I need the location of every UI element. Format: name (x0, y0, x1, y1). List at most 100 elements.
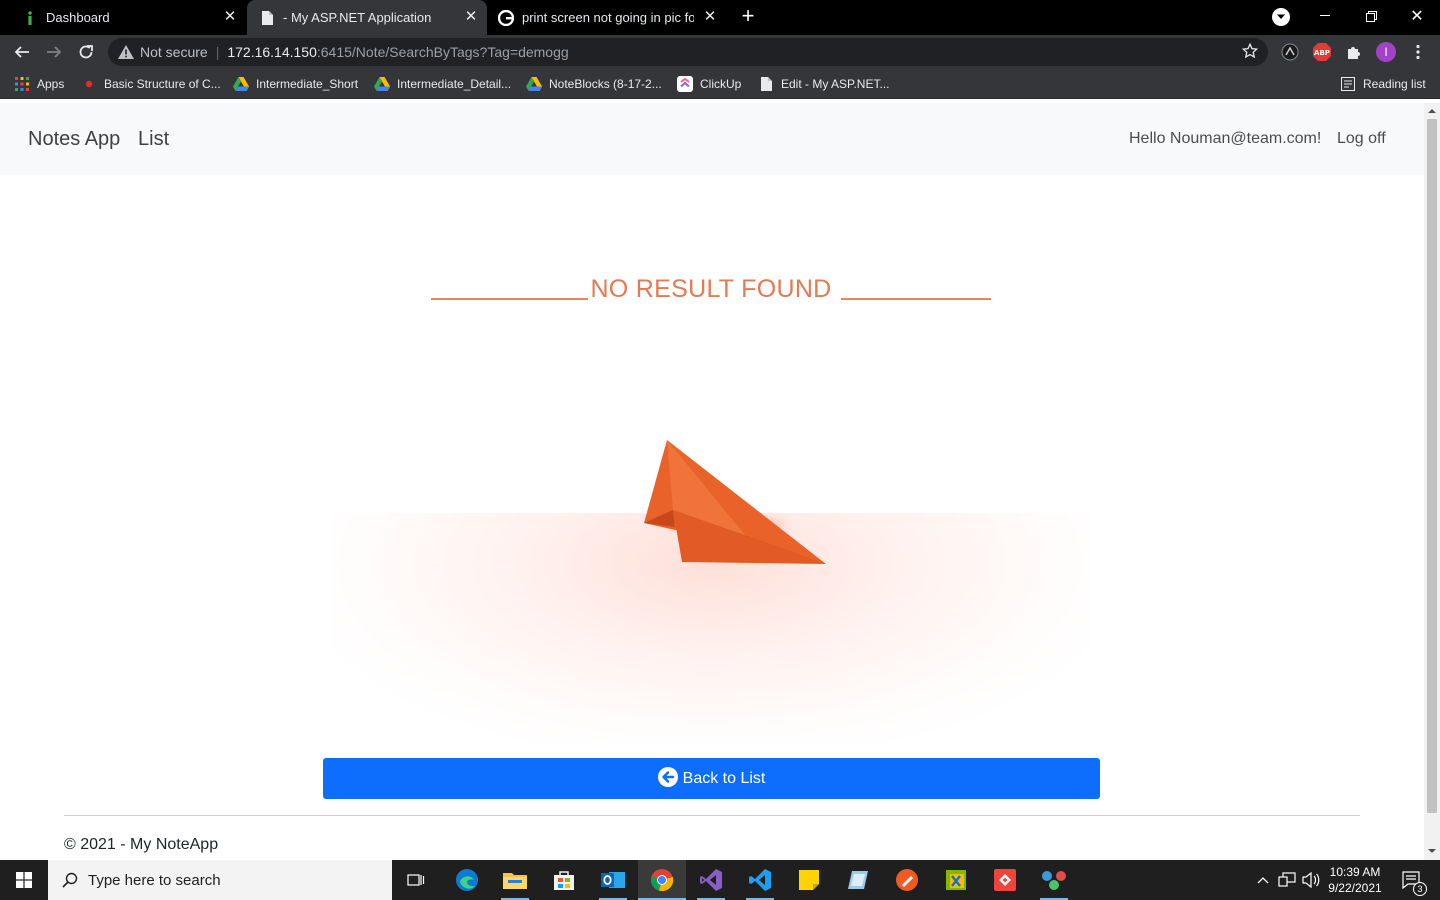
vscode-icon[interactable] (736, 860, 784, 900)
url-host: 172.16.14.150 (227, 44, 317, 60)
page-icon (758, 76, 774, 92)
reload-icon (79, 45, 93, 59)
action-center-button[interactable]: 3 (1392, 860, 1432, 900)
red-dot-icon (81, 76, 97, 92)
network-icon[interactable] (1276, 860, 1298, 900)
nav-list-link[interactable]: List (138, 128, 169, 151)
tab-title: print screen not going in pic fold (522, 10, 694, 25)
outlook-icon[interactable] (589, 860, 637, 900)
back-to-list-button[interactable]: Back to List (323, 758, 1100, 799)
footer-copyright: © 2021 - My NoteApp (64, 836, 219, 853)
profile-avatar[interactable]: I (1376, 42, 1396, 62)
page-content: Notes App List Hello Nouman@team.com! Lo… (0, 103, 1424, 860)
windows-taskbar: Type here to search 10:39 AM 9/22/2021 3 (0, 860, 1440, 900)
bookmark-noteblocks[interactable]: NoteBlocks (8-17-2... (526, 75, 662, 93)
warning-icon (118, 44, 134, 60)
bookmark-apps[interactable]: Apps (14, 75, 64, 93)
new-tab-button[interactable]: + (736, 5, 760, 28)
bookmark-basic-structure[interactable]: Basic Structure of C... (81, 75, 221, 93)
footer-divider (64, 815, 1360, 816)
task-view-icon[interactable] (392, 860, 440, 900)
scroll-down-icon[interactable] (1428, 848, 1436, 854)
bookmark-edit-aspnet[interactable]: Edit - My ASP.NET... (758, 75, 889, 93)
minimize-button[interactable] (1302, 0, 1348, 32)
kebab-menu-icon[interactable] (1408, 42, 1428, 62)
windows-logo-icon (16, 872, 32, 888)
postman-icon[interactable] (883, 860, 931, 900)
reading-list-button[interactable]: Reading list (1340, 75, 1426, 93)
page-icon (259, 10, 275, 26)
bookmark-label: ClickUp (700, 77, 742, 91)
no-result-heading-block: NO RESULT FOUND (431, 275, 991, 309)
tab-title: Dashboard (46, 10, 110, 25)
tab-my-aspnet-application[interactable]: - My ASP.NET Application ✕ (247, 0, 487, 35)
notification-count-badge: 3 (1413, 882, 1427, 896)
bookmark-clickup[interactable]: ClickUp (677, 75, 741, 93)
back-nav-button[interactable] (9, 39, 35, 65)
bookmark-intermediate-detail[interactable]: Intermediate_Detail... (374, 75, 511, 93)
reload-button[interactable] (73, 39, 99, 65)
clickup-icon (677, 76, 693, 92)
bookmark-label: Apps (37, 77, 65, 91)
close-icon[interactable]: ✕ (222, 9, 238, 25)
sticky-notes-icon[interactable] (785, 860, 833, 900)
close-icon[interactable]: ✕ (463, 9, 479, 25)
google-drive-icon (526, 76, 542, 92)
user-greeting-link[interactable]: Hello Nouman@team.com! (1129, 130, 1321, 148)
info-i-icon (22, 10, 38, 26)
forward-nav-button[interactable] (41, 39, 67, 65)
minimize-icon (1320, 15, 1330, 16)
tab-search-button[interactable] (1272, 8, 1290, 26)
volume-icon[interactable] (1300, 860, 1322, 900)
bookmark-label: Basic Structure of C... (104, 77, 221, 91)
bookmark-intermediate-short[interactable]: Intermediate_Short (233, 75, 358, 93)
page-scrollbar[interactable] (1424, 103, 1440, 860)
back-to-list-label: Back to List (682, 769, 766, 787)
puzzle-icon[interactable] (1344, 42, 1364, 62)
tab-title: - My ASP.NET Application (283, 10, 432, 25)
clock-date: 9/22/2021 (1328, 881, 1382, 895)
bookmark-label: NoteBlocks (8-17-2... (549, 77, 662, 91)
start-button[interactable] (0, 860, 48, 900)
url-path: :6415/Note/SearchByTags?Tag=demogg (316, 44, 569, 60)
star-icon[interactable] (1241, 42, 1259, 62)
davinci-resolve-icon[interactable] (1030, 860, 1078, 900)
file-explorer-icon[interactable] (491, 860, 539, 900)
tab-print-screen[interactable]: print screen not going in pic fold ✕ (488, 0, 726, 35)
google-drive-icon (374, 76, 390, 92)
bookmark-label: Edit - My ASP.NET... (781, 77, 890, 91)
brand-link[interactable]: Notes App (28, 128, 120, 151)
adblock-plus-icon[interactable]: ABP (1312, 42, 1332, 62)
svg-text:ABP: ABP (1314, 49, 1330, 57)
clock[interactable]: 10:39 AM 9/22/2021 (1324, 860, 1386, 900)
taskbar-search-box[interactable]: Type here to search (48, 860, 392, 900)
close-window-button[interactable]: ✕ (1394, 0, 1440, 32)
google-drive-icon (233, 76, 249, 92)
arrow-left-icon (14, 46, 29, 58)
excel-tool-icon[interactable] (932, 860, 980, 900)
microsoft-store-icon[interactable] (540, 860, 588, 900)
search-placeholder: Type here to search (88, 871, 221, 889)
extension-dark-icon[interactable] (1280, 42, 1300, 62)
browser-toolbar: Not secure | 172.16.14.150 :6415/Note/Se… (0, 35, 1440, 69)
scroll-up-icon[interactable] (1428, 108, 1436, 114)
paint-app-icon[interactable] (834, 860, 882, 900)
restore-button[interactable] (1348, 0, 1394, 32)
bookmarks-bar: Apps Basic Structure of C... Intermediat… (0, 69, 1440, 99)
arrow-left-circle-icon (657, 766, 678, 787)
visual-studio-icon[interactable] (687, 860, 735, 900)
tab-dashboard[interactable]: Dashboard ✕ (8, 0, 246, 35)
edge-browser-icon[interactable] (443, 860, 491, 900)
logoff-link[interactable]: Log off (1337, 130, 1386, 148)
close-icon[interactable]: ✕ (702, 9, 718, 25)
tray-chevron-up-icon[interactable] (1252, 860, 1274, 900)
anydesk-icon[interactable] (981, 860, 1029, 900)
heading-rule-right (841, 298, 991, 300)
scrollbar-thumb[interactable] (1427, 119, 1437, 813)
chrome-icon[interactable] (638, 860, 686, 900)
restore-icon (1365, 10, 1377, 22)
address-bar[interactable]: Not secure | 172.16.14.150 :6415/Note/Se… (108, 38, 1268, 66)
paper-plane-illustration (644, 440, 826, 564)
bookmark-label: Intermediate_Short (256, 77, 359, 91)
security-label[interactable]: Not secure (140, 44, 208, 60)
